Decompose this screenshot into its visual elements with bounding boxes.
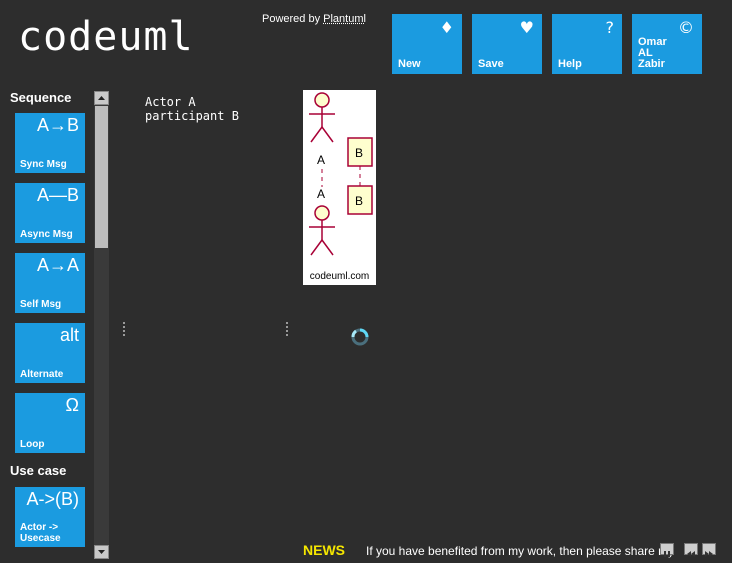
ticker-pause-button[interactable] [660, 543, 674, 557]
news-ticker-text: If you have benefited from my work, then… [366, 544, 675, 558]
arrow-down-icon [98, 550, 105, 554]
participant-bottom-label: B [355, 194, 363, 208]
async-msg-symbol: A—B [36, 185, 79, 205]
scroll-up-button[interactable] [94, 91, 109, 105]
diamond-icon: ♦ [439, 18, 454, 37]
actor-usecase-symbol: A->(B) [26, 489, 79, 509]
loop-label: Loop [20, 439, 45, 450]
section-title-use-case: Use case [10, 463, 67, 478]
self-msg-symbol: A→A [36, 255, 79, 275]
scroll-down-button[interactable] [94, 545, 109, 559]
ticker-prev-button[interactable] [684, 543, 698, 557]
code-editor[interactable]: Actor A participant B [145, 95, 239, 123]
new-button[interactable]: ♦ New [392, 14, 462, 74]
sync-msg-label: Sync Msg [20, 159, 67, 170]
save-button-label: Save [478, 58, 504, 70]
self-msg-button[interactable]: A→A Self Msg [15, 253, 85, 313]
loop-button[interactable]: Ω Loop [15, 393, 85, 453]
sync-msg-button[interactable]: A→B Sync Msg [15, 113, 85, 173]
actor-usecase-button[interactable]: A->(B) Actor -> Usecase [15, 487, 85, 547]
actor-top-label: A [317, 153, 325, 167]
arrow-up-icon [98, 96, 105, 100]
loop-symbol: Ω [65, 395, 79, 415]
heart-icon: ♥ [519, 18, 534, 37]
section-title-sequence: Sequence [10, 90, 72, 105]
copyright-icon: © [678, 18, 694, 37]
powered-by-prefix: Powered by [262, 13, 324, 25]
sequence-diagram: A A B B [309, 92, 373, 256]
alternate-button[interactable]: alt Alternate [15, 323, 85, 383]
help-button-label: Help [558, 58, 582, 70]
scroll-thumb[interactable] [95, 106, 108, 248]
new-button-label: New [398, 58, 421, 70]
author-button[interactable]: © Omar AL Zabir [632, 14, 702, 74]
left-splitter-handle[interactable] [123, 322, 127, 336]
powered-by-text: Powered by Plantuml [262, 13, 366, 25]
ticker-next-button[interactable] [702, 543, 716, 557]
alternate-symbol: alt [59, 325, 79, 345]
author-button-label: Omar AL Zabir [638, 36, 667, 70]
async-msg-label: Async Msg [20, 229, 73, 240]
sync-msg-symbol: A→B [36, 115, 79, 135]
question-icon: ? [605, 18, 615, 37]
right-splitter-handle[interactable] [286, 322, 290, 336]
async-msg-button[interactable]: A—B Async Msg [15, 183, 85, 243]
diagram-watermark: codeuml.com [309, 271, 370, 282]
diagram-preview: A A B B codeuml.com [303, 90, 376, 285]
fast-forward-icon [705, 551, 713, 557]
pause-icon [664, 551, 670, 557]
app-logo: codeuml [18, 14, 194, 60]
actor-top-figure [309, 92, 335, 143]
actor-bottom-label: A [317, 187, 325, 201]
actor-usecase-label: Actor -> Usecase [20, 522, 61, 544]
participant-top-label: B [355, 146, 363, 160]
plantuml-link[interactable]: Plantuml [323, 13, 366, 25]
rewind-icon [687, 551, 695, 557]
save-button[interactable]: ♥ Save [472, 14, 542, 74]
loading-spinner-icon [351, 328, 369, 346]
actor-bottom-figure [309, 205, 335, 256]
sidebar-scrollbar[interactable] [94, 91, 109, 559]
alternate-label: Alternate [20, 369, 64, 380]
news-label: NEWS [303, 542, 345, 558]
help-button[interactable]: ? Help [552, 14, 622, 74]
self-msg-label: Self Msg [20, 299, 62, 310]
